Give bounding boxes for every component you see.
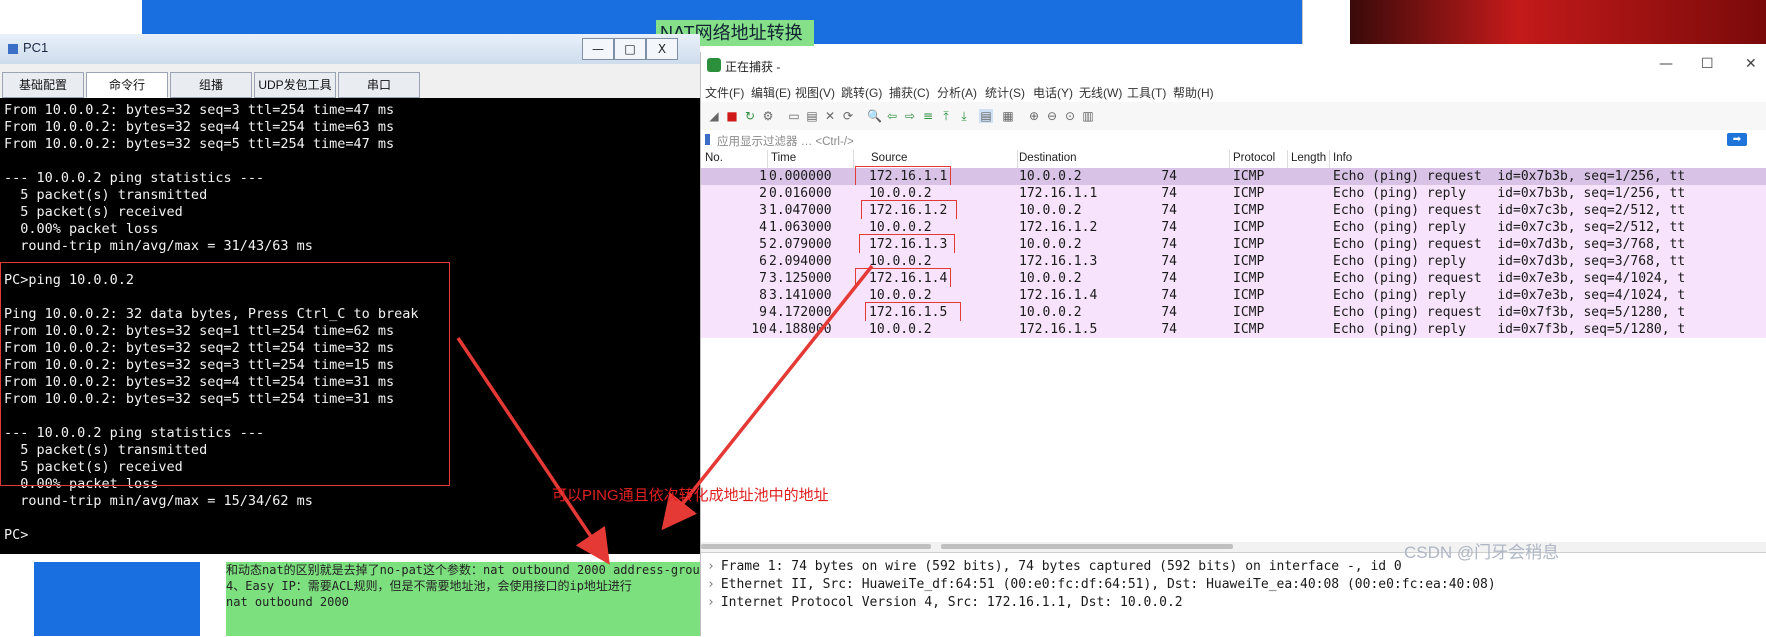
watermark: CSDN @门牙会稍息 (1404, 543, 1560, 562)
arrow-from-terminal (456, 337, 610, 565)
annotation-text: 可以PING通且依次转化成地址池中的地址 (552, 487, 829, 504)
